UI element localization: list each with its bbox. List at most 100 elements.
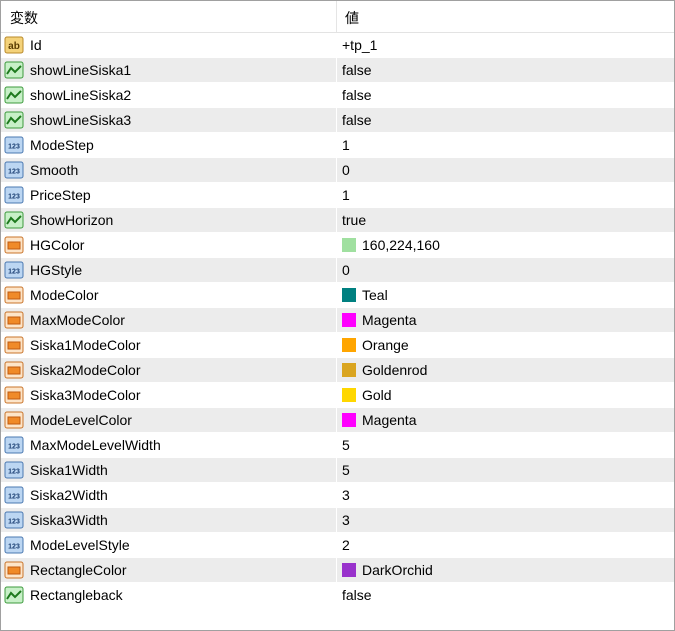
column-divider [336,83,337,108]
variable-value[interactable]: Orange [342,333,409,357]
variable-value[interactable]: Magenta [342,408,416,432]
variable-value[interactable]: 5 [342,433,350,457]
table-header: 変数 値 [1,1,674,33]
table-row[interactable]: 123 ModeStep 1 [1,133,674,158]
variable-value[interactable]: true [342,208,366,232]
boolean-icon [4,60,24,80]
variable-value[interactable]: false [342,583,372,607]
table-row[interactable]: showLineSiska2 false [1,83,674,108]
svg-text:ab: ab [8,41,20,52]
svg-text:123: 123 [8,494,20,501]
color-swatch [342,313,356,327]
variable-value[interactable]: 3 [342,508,350,532]
table-row[interactable]: Rectangleback false [1,583,674,608]
table-row[interactable]: 123 Siska1Width 5 [1,458,674,483]
variable-value[interactable]: false [342,58,372,82]
variable-value[interactable]: 2 [342,533,350,557]
variable-name: Siska3ModeColor [30,387,141,403]
table-row[interactable]: showLineSiska3 false [1,108,674,133]
table-row[interactable]: ShowHorizon true [1,208,674,233]
column-divider [336,433,337,458]
svg-text:123: 123 [8,544,20,551]
color-icon [4,360,24,380]
column-divider [336,208,337,233]
variable-value[interactable]: false [342,108,372,132]
table-row[interactable]: ModeLevelColor Magenta [1,408,674,433]
boolean-icon [4,585,24,605]
variable-name: showLineSiska1 [30,62,132,78]
column-divider [336,108,337,133]
column-divider [336,58,337,83]
table-row[interactable]: 123 Siska2Width 3 [1,483,674,508]
column-divider [336,258,337,283]
table-row[interactable]: 123 Siska3Width 3 [1,508,674,533]
color-icon [4,385,24,405]
variable-value[interactable]: 160,224,160 [342,233,440,257]
variable-value[interactable]: 0 [342,258,350,282]
integer-icon: 123 [4,485,24,505]
table-row[interactable]: Siska1ModeColor Orange [1,333,674,358]
integer-icon: 123 [4,260,24,280]
table-row[interactable]: showLineSiska1 false [1,58,674,83]
table-row[interactable]: 123 ModeLevelStyle 2 [1,533,674,558]
value-text: 3 [342,512,350,528]
variable-value[interactable]: Magenta [342,308,416,332]
boolean-icon [4,210,24,230]
variable-name: ModeLevelStyle [30,537,130,553]
table-row[interactable]: Siska2ModeColor Goldenrod [1,358,674,383]
value-text: Orange [362,337,409,353]
column-divider [336,383,337,408]
variable-name: MaxModeLevelWidth [30,437,161,453]
variable-name: Siska2Width [30,487,108,503]
variable-value[interactable]: 3 [342,483,350,507]
variable-name: HGStyle [30,262,83,278]
table-row[interactable]: 123 MaxModeLevelWidth 5 [1,433,674,458]
table-row[interactable]: 123 HGStyle 0 [1,258,674,283]
variable-name: RectangleColor [30,562,127,578]
variable-value[interactable]: DarkOrchid [342,558,433,582]
column-divider[interactable] [336,1,337,32]
table-row[interactable]: HGColor 160,224,160 [1,233,674,258]
table-row[interactable]: MaxModeColor Magenta [1,308,674,333]
variable-value[interactable]: +tp_1 [342,33,377,57]
column-divider [336,558,337,583]
value-text: Magenta [362,312,417,328]
variable-value[interactable]: 0 [342,158,350,182]
column-header-value[interactable]: 値 [345,1,665,32]
variable-value[interactable]: Gold [342,383,392,407]
value-text: 160,224,160 [362,237,440,253]
variable-value[interactable]: Goldenrod [342,358,427,382]
table-row[interactable]: 123 Smooth 0 [1,158,674,183]
value-text: 1 [342,137,350,153]
column-header-variable[interactable]: 変数 [10,1,336,32]
variable-value[interactable]: 5 [342,458,350,482]
table-row[interactable]: ModeColor Teal [1,283,674,308]
variable-name: showLineSiska2 [30,87,132,103]
variable-value[interactable]: 1 [342,183,350,207]
variable-value[interactable]: Teal [342,283,388,307]
variable-name: ModeLevelColor [30,412,132,428]
value-text: 2 [342,537,350,553]
variable-value[interactable]: 1 [342,133,350,157]
integer-icon: 123 [4,535,24,555]
table-row[interactable]: ab Id +tp_1 [1,33,674,58]
column-divider [336,533,337,558]
table-row[interactable]: Siska3ModeColor Gold [1,383,674,408]
variable-name: Siska1Width [30,462,108,478]
value-text: 0 [342,262,350,278]
svg-text:123: 123 [8,144,20,151]
value-text: Gold [362,387,392,403]
value-text: 0 [342,162,350,178]
integer-icon: 123 [4,135,24,155]
value-text: true [342,212,367,228]
table-row[interactable]: RectangleColor DarkOrchid [1,558,674,583]
table-row[interactable]: 123 PriceStep 1 [1,183,674,208]
value-text: 5 [342,437,350,453]
color-icon [4,335,24,355]
column-divider [336,158,337,183]
variable-value[interactable]: false [342,83,372,107]
color-icon [4,285,24,305]
value-text: false [342,112,372,128]
inputs-table: 変数 値 ab Id +tp_1 showLineSiska1 false showLin… [0,0,675,631]
color-swatch [342,338,356,352]
